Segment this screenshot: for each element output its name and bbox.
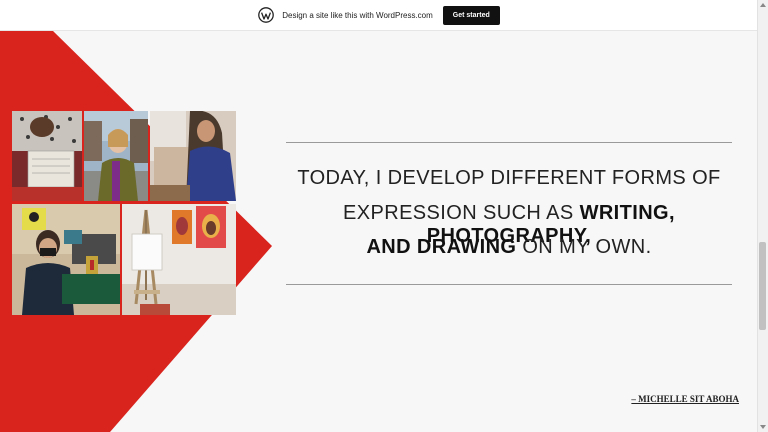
easel-and-paintings-photo xyxy=(122,204,236,315)
quote-line-2-prefix: EXPRESSION SUCH AS xyxy=(343,202,580,224)
woman-at-radio-station-photo xyxy=(12,204,120,315)
get-started-button[interactable]: Get started xyxy=(442,5,500,25)
quote-block: TODAY, I DEVELOP DIFFERENT FORMS OF EXPR… xyxy=(286,142,732,285)
page-scrollbar[interactable] xyxy=(757,0,768,432)
quote-line-3-suffix: ON MY OWN. xyxy=(516,236,652,258)
woman-on-street-photo xyxy=(84,111,148,201)
quote-line-3: AND DRAWING ON MY OWN. xyxy=(286,236,732,259)
author-link[interactable]: – MICHELLE SIT ABOHA xyxy=(631,394,739,404)
scroll-down-arrow-icon[interactable] xyxy=(760,425,766,429)
quote-line-1: TODAY, I DEVELOP DIFFERENT FORMS OF xyxy=(297,167,721,189)
quote-line-3-bold: AND DRAWING xyxy=(366,236,517,258)
page: Design a site like this with WordPress.c… xyxy=(0,0,768,432)
photo-collage xyxy=(12,111,236,315)
scroll-up-arrow-icon[interactable] xyxy=(760,3,766,7)
scrollbar-thumb[interactable] xyxy=(759,242,766,330)
banner-text: Design a site like this with WordPress.c… xyxy=(282,10,433,20)
wordpress-logo-icon[interactable] xyxy=(258,7,275,23)
cat-and-journal-photo xyxy=(12,111,82,201)
wordpress-banner: Design a site like this with WordPress.c… xyxy=(0,0,758,31)
woman-drawing-photo xyxy=(150,111,236,201)
